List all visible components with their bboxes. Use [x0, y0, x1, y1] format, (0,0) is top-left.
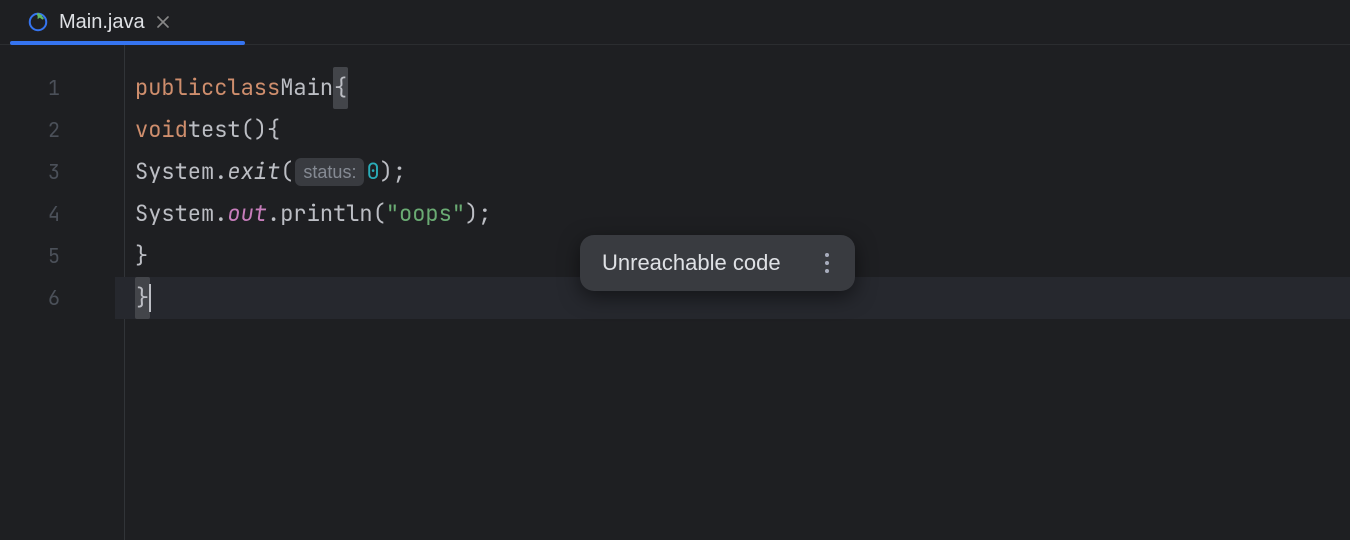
line-number-gutter: 1 2 3 4 5 6	[0, 45, 125, 540]
line-number: 2	[0, 109, 124, 151]
code-line: public class Main {	[135, 67, 1350, 109]
tooltip-message: Unreachable code	[602, 250, 781, 276]
line-number: 4	[0, 193, 124, 235]
inspection-tooltip: Unreachable code	[580, 235, 855, 291]
text-cursor	[149, 284, 151, 312]
code-line: System.exit(status: 0);	[135, 151, 1350, 193]
code-line: void test() {	[135, 109, 1350, 151]
code-content[interactable]: public class Main { void test() { System…	[125, 45, 1350, 540]
more-actions-icon[interactable]	[821, 249, 833, 277]
tab-bar: Main.java	[0, 0, 1350, 45]
code-line: System.out.println("oops");	[135, 193, 1350, 235]
tab-title: Main.java	[59, 11, 145, 34]
line-number: 5	[0, 235, 124, 277]
parameter-hint: status:	[295, 158, 364, 186]
tab-main-java[interactable]: Main.java	[15, 0, 183, 44]
file-class-icon	[27, 11, 49, 33]
line-number: 1	[0, 67, 124, 109]
line-number: 6	[0, 277, 124, 319]
editor-area[interactable]: 1 2 3 4 5 6 public class Main { void tes…	[0, 45, 1350, 540]
close-icon[interactable]	[155, 14, 171, 30]
line-number: 3	[0, 151, 124, 193]
